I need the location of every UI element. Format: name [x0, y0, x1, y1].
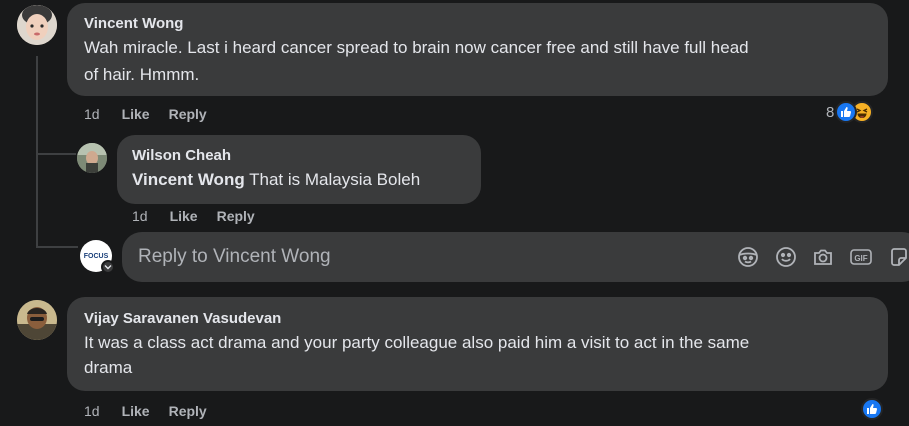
thread-line-vertical	[36, 56, 38, 248]
avatar-sticker-icon[interactable]	[735, 244, 761, 270]
reaction-summary[interactable]: 8	[826, 101, 874, 123]
thread-line-branch-composer	[36, 246, 78, 248]
sticker-icon[interactable]	[886, 244, 909, 270]
emoji-icon[interactable]	[773, 244, 799, 270]
comment-age[interactable]: 1d	[84, 403, 100, 419]
avatar-photo-icon	[17, 5, 57, 45]
like-icon	[861, 398, 883, 420]
comment-text-line: of hair. Hmmm.	[84, 65, 200, 84]
gif-icon[interactable]: GIF	[848, 244, 874, 270]
reply-button[interactable]: Reply	[169, 106, 207, 122]
avatar[interactable]	[17, 5, 57, 45]
reply-text-body: That is Malaysia Boleh	[244, 170, 421, 189]
reply-input-placeholder: Reply to Vincent Wong	[138, 246, 331, 267]
reply-author[interactable]: Wilson Cheah	[132, 147, 231, 164]
profile-switch-icon[interactable]	[101, 260, 115, 274]
comment-text-line: Wah miracle. Last i heard cancer spread …	[84, 38, 749, 57]
comment-age[interactable]: 1d	[84, 106, 100, 122]
comment-actions: 1d Like Reply	[84, 401, 226, 421]
reply-actions: 1d Like Reply	[132, 206, 274, 226]
avatar-photo-icon	[17, 300, 57, 340]
reply-input[interactable]: Reply to Vincent Wong GIF	[122, 232, 909, 282]
reaction-count: 8	[826, 103, 835, 121]
comment-bubble: Vincent Wong Wah miracle. Last i heard c…	[67, 3, 888, 96]
reply-bubble: Wilson Cheah Vincent Wong That is Malays…	[117, 135, 481, 204]
avatar-photo-icon	[77, 143, 107, 173]
comment-author[interactable]: Vincent Wong	[84, 15, 183, 32]
reply-button[interactable]: Reply	[169, 403, 207, 419]
thread-line-branch-reply	[36, 153, 76, 155]
comment-bubble: Vijay Saravanen Vasudevan It was a class…	[67, 297, 888, 391]
camera-icon[interactable]	[810, 244, 836, 270]
avatar[interactable]	[77, 143, 107, 173]
like-button[interactable]: Like	[170, 208, 198, 224]
comment-text-line: It was a class act drama and your party …	[84, 333, 750, 352]
mention-link[interactable]: Vincent Wong	[132, 170, 245, 189]
avatar[interactable]	[17, 300, 57, 340]
avatar-logo-text: FOCUS	[83, 252, 109, 260]
comment-text-line: drama	[84, 358, 133, 377]
reaction-summary[interactable]	[861, 398, 883, 420]
svg-text:GIF: GIF	[854, 254, 867, 263]
reply-text: Vincent Wong That is Malaysia Boleh	[132, 166, 420, 193]
like-button[interactable]: Like	[122, 106, 150, 122]
comment-actions: 1d Like Reply	[84, 104, 226, 124]
reply-age[interactable]: 1d	[132, 208, 148, 224]
comment-author[interactable]: Vijay Saravanen Vasudevan	[84, 310, 281, 327]
like-button[interactable]: Like	[122, 403, 150, 419]
reply-button[interactable]: Reply	[217, 208, 255, 224]
